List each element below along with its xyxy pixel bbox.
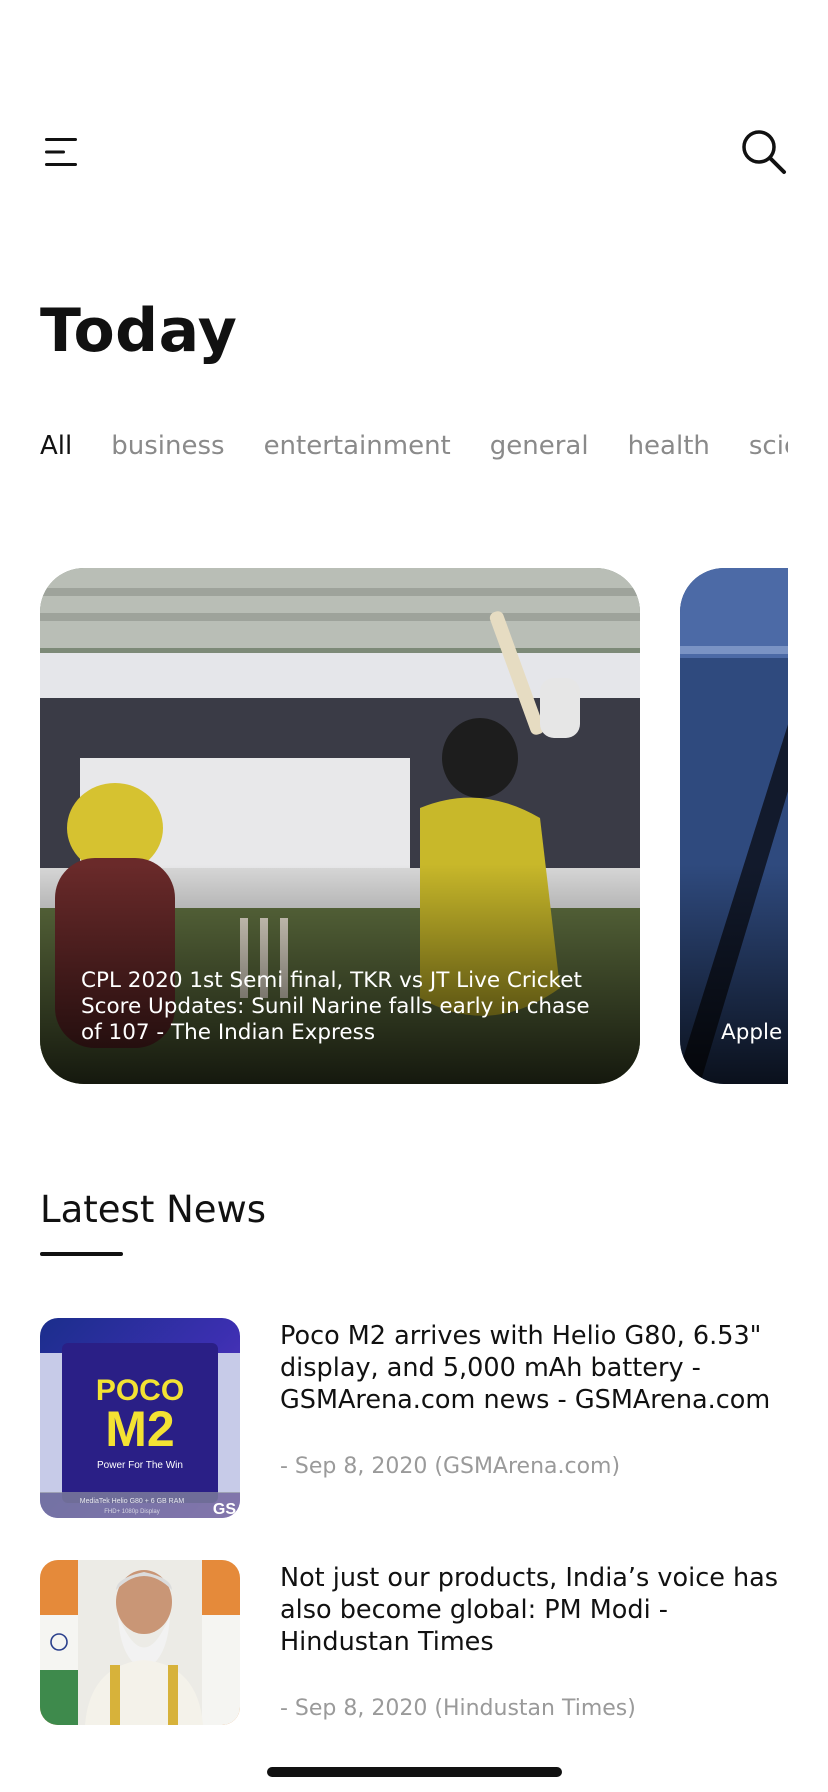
news-meta: - Sep 8, 2020 (GSMArena.com) bbox=[280, 1454, 621, 1479]
thumb-tagline: Power For The Win bbox=[97, 1460, 183, 1471]
featured-card[interactable]: Apple launch bbox=[680, 568, 788, 1084]
top-bar bbox=[0, 0, 828, 200]
featured-card[interactable]: CPL 2020 1st Semi final, TKR vs JT Live … bbox=[40, 568, 640, 1084]
thumb-spec-2: FHD+ 1080p Display bbox=[104, 1509, 160, 1515]
news-list-item[interactable]: Not just our products, India’s voice has… bbox=[40, 1560, 788, 1725]
featured-card-caption: Apple launch bbox=[721, 1020, 788, 1045]
thumb-m2-text: M2 bbox=[105, 1401, 174, 1457]
tab-business[interactable]: business bbox=[111, 426, 224, 466]
search-button[interactable] bbox=[738, 126, 790, 178]
thumb-watermark: GS bbox=[213, 1501, 236, 1518]
news-meta: - Sep 8, 2020 (Hindustan Times) bbox=[280, 1696, 636, 1721]
tab-general[interactable]: general bbox=[490, 426, 589, 466]
category-tabs: All business entertainment general health sci… bbox=[40, 426, 788, 466]
tab-entertainment[interactable]: entertainment bbox=[264, 426, 451, 466]
featured-card-caption: CPL 2020 1st Semi final, TKR vs JT Live … bbox=[81, 968, 590, 1045]
news-thumbnail bbox=[40, 1560, 240, 1725]
tab-science[interactable]: scie bbox=[749, 426, 788, 466]
news-list-item[interactable]: POCO M2 Power For The Win MediaTek Helio… bbox=[40, 1318, 788, 1518]
menu-icon bbox=[45, 138, 77, 166]
tab-all[interactable]: All bbox=[40, 426, 72, 466]
section-title: Latest News bbox=[40, 1188, 267, 1231]
news-title: Not just our products, India’s voice has… bbox=[280, 1563, 779, 1657]
tab-health[interactable]: health bbox=[628, 426, 710, 466]
thumb-spec-1: MediaTek Helio G80 + 6 GB RAM bbox=[80, 1498, 185, 1505]
page-title: Today bbox=[40, 296, 238, 366]
home-indicator[interactable] bbox=[267, 1767, 562, 1777]
news-thumbnail: POCO M2 Power For The Win MediaTek Helio… bbox=[40, 1318, 240, 1518]
section-underline bbox=[40, 1252, 123, 1256]
poco-m2-image: POCO M2 Power For The Win MediaTek Helio… bbox=[40, 1318, 240, 1518]
menu-button[interactable] bbox=[40, 130, 84, 174]
search-icon bbox=[742, 130, 786, 174]
featured-carousel[interactable]: CPL 2020 1st Semi final, TKR vs JT Live … bbox=[40, 568, 788, 1084]
pm-modi-image bbox=[40, 1560, 240, 1725]
caption-gradient bbox=[680, 864, 788, 1084]
news-title: Poco M2 arrives with Helio G80, 6.53" di… bbox=[280, 1321, 771, 1415]
